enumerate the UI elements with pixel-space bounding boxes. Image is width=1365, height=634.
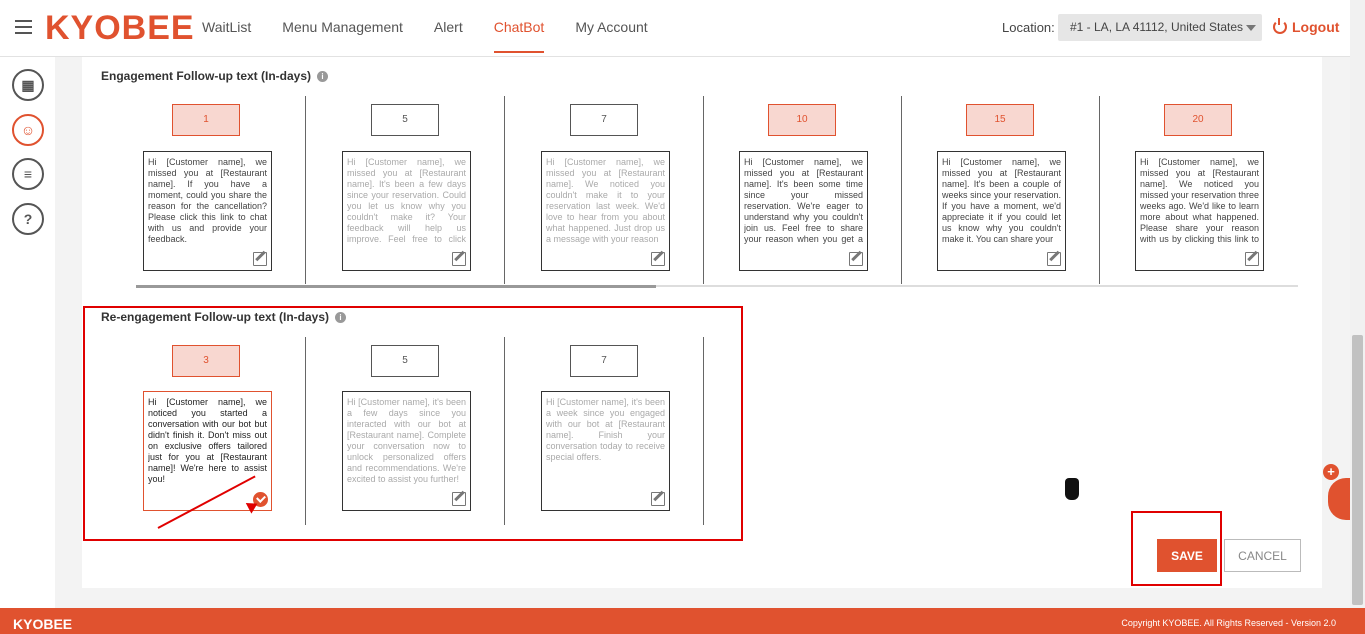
logout-button[interactable]: Logout bbox=[1273, 18, 1340, 35]
sidebar: ▦ ☺ ≡ ? bbox=[0, 57, 55, 608]
info-icon[interactable]: i bbox=[317, 71, 329, 83]
message-text: Hi [Customer name], we missed you at [Re… bbox=[148, 157, 267, 244]
message-textbox[interactable]: Hi [Customer name], we missed you at [Re… bbox=[541, 151, 670, 271]
edit-icon[interactable] bbox=[651, 252, 665, 266]
scrollbar-thumb[interactable] bbox=[136, 285, 656, 288]
engagement-column-3: 7 Hi [Customer name], we missed you at [… bbox=[506, 96, 704, 284]
message-text: Hi [Customer name], we missed you at [Re… bbox=[546, 157, 665, 244]
kyobee-logo[interactable]: KYOBEE bbox=[45, 9, 195, 48]
nav-menu-management[interactable]: Menu Management bbox=[282, 19, 403, 53]
day-input[interactable]: 20 bbox=[1164, 104, 1232, 136]
day-input[interactable]: 5 bbox=[371, 104, 439, 136]
logout-label: Logout bbox=[1292, 19, 1340, 35]
engagement-column-2: 5 Hi [Customer name], we missed you at [… bbox=[307, 96, 505, 284]
edit-icon[interactable] bbox=[1245, 252, 1259, 266]
message-textbox[interactable]: Hi [Customer name], we missed you at [Re… bbox=[739, 151, 868, 271]
plus-icon[interactable]: + bbox=[1323, 464, 1339, 480]
main-nav: WaitList Menu Management Alert ChatBot M… bbox=[202, 19, 679, 53]
hand-cursor-icon bbox=[1065, 478, 1079, 500]
edit-icon[interactable] bbox=[1047, 252, 1061, 266]
day-input[interactable]: 7 bbox=[570, 104, 638, 136]
day-input[interactable]: 1 bbox=[172, 104, 240, 136]
engagement-title: Engagement Follow-up text (In-days) i bbox=[101, 69, 329, 83]
annotation-highlight-reengagement bbox=[83, 306, 743, 541]
engagement-column-5: 15 Hi [Customer name], we missed you at … bbox=[902, 96, 1100, 284]
top-bar: KYOBEE WaitList Menu Management Alert Ch… bbox=[0, 0, 1365, 57]
message-textbox[interactable]: Hi [Customer name], we missed you at [Re… bbox=[342, 151, 471, 271]
engagement-column-4: 10 Hi [Customer name], we missed you at … bbox=[704, 96, 902, 284]
engagement-column-1: 1 Hi [Customer name], we missed you at [… bbox=[108, 96, 306, 284]
vertical-scrollbar[interactable] bbox=[1350, 0, 1365, 608]
message-textbox[interactable]: Hi [Customer name], we missed you at [Re… bbox=[937, 151, 1066, 271]
cancel-button[interactable]: CANCEL bbox=[1224, 539, 1301, 572]
menu-cake-icon[interactable]: ≡ bbox=[12, 158, 44, 190]
message-text: Hi [Customer name], we missed you at [Re… bbox=[1140, 157, 1259, 244]
nav-waitlist[interactable]: WaitList bbox=[202, 19, 251, 53]
save-button[interactable]: SAVE bbox=[1157, 539, 1217, 572]
location-value: #1 - LA, LA 41112, United States bbox=[1070, 20, 1244, 34]
engagement-column-6: 20 Hi [Customer name], we missed you at … bbox=[1100, 96, 1298, 284]
day-input[interactable]: 10 bbox=[768, 104, 836, 136]
help-icon[interactable]: ? bbox=[12, 203, 44, 235]
dashboard-icon[interactable]: ▦ bbox=[12, 69, 44, 101]
day-input[interactable]: 15 bbox=[966, 104, 1034, 136]
edit-icon[interactable] bbox=[253, 252, 267, 266]
edit-icon[interactable] bbox=[452, 252, 466, 266]
message-text: Hi [Customer name], we missed you at [Re… bbox=[347, 157, 466, 244]
engagement-title-text: Engagement Follow-up text (In-days) bbox=[101, 69, 312, 83]
nav-alert[interactable]: Alert bbox=[434, 19, 463, 53]
chevron-down-icon bbox=[1246, 25, 1256, 31]
horizontal-scrollbar[interactable] bbox=[136, 285, 1298, 288]
hamburger-menu-icon[interactable] bbox=[15, 20, 32, 34]
nav-my-account[interactable]: My Account bbox=[575, 19, 647, 53]
scrollbar-thumb[interactable] bbox=[1352, 335, 1363, 605]
footer-copyright: Copyright KYOBEE. All Rights Reserved - … bbox=[1121, 618, 1336, 628]
edit-icon[interactable] bbox=[849, 252, 863, 266]
power-icon bbox=[1273, 18, 1287, 34]
nav-chatbot[interactable]: ChatBot bbox=[493, 19, 545, 53]
message-text: Hi [Customer name], we missed you at [Re… bbox=[744, 157, 863, 244]
message-textbox[interactable]: Hi [Customer name], we missed you at [Re… bbox=[143, 151, 272, 271]
message-text: Hi [Customer name], we missed you at [Re… bbox=[942, 157, 1061, 244]
footer-logo: KYOBEE bbox=[13, 616, 73, 632]
location-select[interactable]: #1 - LA, LA 41112, United States bbox=[1058, 14, 1262, 41]
location-label: Location: bbox=[1002, 20, 1055, 35]
chatbot-icon[interactable]: ☺ bbox=[12, 114, 44, 146]
footer: KYOBEE Copyright KYOBEE. All Rights Rese… bbox=[0, 608, 1365, 634]
message-textbox[interactable]: Hi [Customer name], we missed you at [Re… bbox=[1135, 151, 1264, 271]
